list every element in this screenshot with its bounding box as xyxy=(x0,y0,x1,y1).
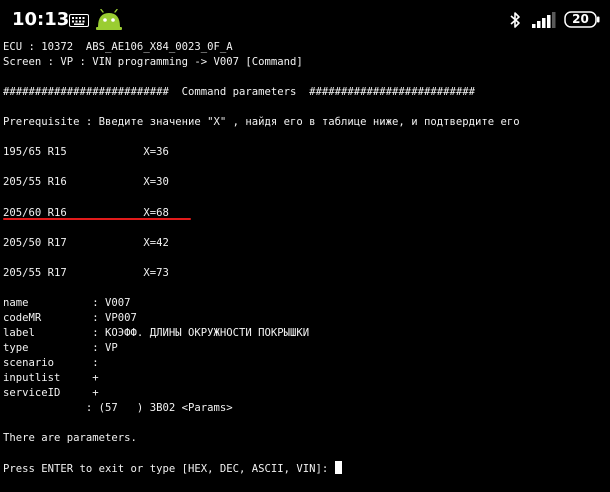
terminal-line: 205/55 R17 X=73 xyxy=(3,266,607,281)
bluetooth-icon xyxy=(510,12,520,28)
terminal-line: type : VP xyxy=(3,341,607,356)
terminal-line: Prerequisite : Введите значение "X" , на… xyxy=(3,115,607,130)
battery-icon: 20 xyxy=(564,11,600,28)
terminal-line-text: There are parameters. xyxy=(3,432,137,445)
terminal-line-text: serviceID + xyxy=(3,387,99,400)
terminal-line: 195/65 R15 X=36 xyxy=(3,145,607,160)
terminal-line-text: 205/55 R16 X=30 xyxy=(3,176,169,189)
terminal-line-text: codeMR : VP007 xyxy=(3,311,137,324)
terminal-line-text: scenario : xyxy=(3,356,99,369)
text-cursor[interactable] xyxy=(334,461,342,475)
terminal-line-text: 205/55 R17 X=73 xyxy=(3,266,169,279)
terminal-line: There are parameters. xyxy=(3,431,607,446)
signal-icon xyxy=(532,12,556,28)
terminal-line: ########################## Command param… xyxy=(3,85,607,100)
terminal-line-text: : (57 ) 3B02 <Params> xyxy=(3,402,233,415)
android-icon xyxy=(96,9,122,30)
command-prompt[interactable]: Press ENTER to exit or type [HEX, DEC, A… xyxy=(3,461,607,476)
battery-level: 20 xyxy=(572,12,589,26)
terminal-line-text: ########################## Command param… xyxy=(3,86,475,99)
terminal-line: scenario : xyxy=(3,356,607,371)
terminal-line-text: name : V007 xyxy=(3,296,131,309)
terminal-output: ECU : 10372 ABS_AE106_X84_0023_0F_A Scree… xyxy=(3,40,607,492)
red-underline-annotation xyxy=(3,218,191,220)
terminal-line-text: Screen : VP : VIN programming -> V007 [C… xyxy=(3,56,303,69)
terminal-line-text: 195/65 R15 X=36 xyxy=(3,146,169,159)
terminal-line: ECU : 10372 ABS_AE106_X84_0023_0F_A xyxy=(3,40,607,55)
terminal-line: : (57 ) 3B02 <Params> xyxy=(3,401,607,416)
terminal-line: name : V007 xyxy=(3,296,607,311)
terminal-line: 205/50 R17 X=42 xyxy=(3,236,607,251)
status-time: 10:13 xyxy=(12,9,70,30)
terminal-line: Screen : VP : VIN programming -> V007 [C… xyxy=(3,55,607,70)
terminal-line-text: 205/50 R17 X=42 xyxy=(3,236,169,249)
terminal-line: inputlist + xyxy=(3,371,607,386)
terminal-line-text: label : КОЭФФ. ДЛИНЫ ОКРУЖНОСТИ ПОКРЫШКИ xyxy=(3,326,310,339)
status-bar: 10:13 20 xyxy=(0,0,610,40)
terminal-line-text: 205/60 R16 X=68 xyxy=(3,206,169,219)
terminal-line-text: Press ENTER to exit or type [HEX, DEC, A… xyxy=(3,463,335,476)
terminal-line: label : КОЭФФ. ДЛИНЫ ОКРУЖНОСТИ ПОКРЫШКИ xyxy=(3,326,607,341)
terminal-line: 205/55 R16 X=30 xyxy=(3,175,607,190)
terminal-line-text: type : VP xyxy=(3,341,118,354)
terminal-line-text: Prerequisite : Введите значение "X" , на… xyxy=(3,116,520,129)
terminal-line-text: ECU : 10372 ABS_AE106_X84_0023_0F_A xyxy=(3,41,233,53)
terminal-line: serviceID + xyxy=(3,386,607,401)
terminal-line-text: inputlist + xyxy=(3,372,99,385)
keyboard-icon xyxy=(69,14,89,27)
terminal-line: codeMR : VP007 xyxy=(3,311,607,326)
